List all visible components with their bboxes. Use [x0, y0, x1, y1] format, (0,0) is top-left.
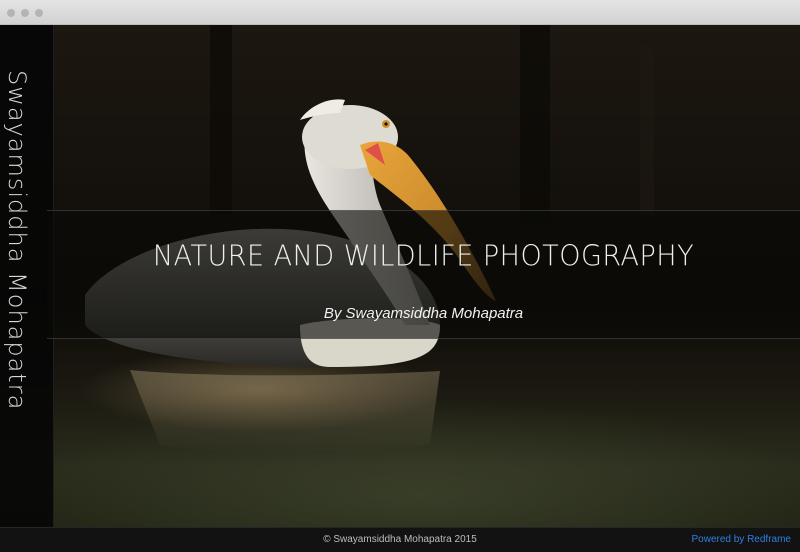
powered-by-link[interactable]: Powered by Redframe [692, 534, 792, 545]
page-subtitle: By Swayamsiddha Mohapatra [323, 305, 524, 322]
page-title: NATURE AND WILDLIFE PHOTOGRAPHY [152, 240, 695, 273]
photographer-name-vertical[interactable]: Swayamsiddha Mohapatra [3, 70, 31, 410]
browser-window: Swayamsiddha Mohapatra NATURE AND WILDLI… [0, 0, 800, 552]
title-band: NATURE AND WILDLIFE PHOTOGRAPHY By Swaya… [47, 210, 800, 339]
side-name-panel: Swayamsiddha Mohapatra [0, 25, 54, 527]
window-titlebar [0, 0, 800, 25]
maximize-dot[interactable] [35, 9, 43, 17]
minimize-dot[interactable] [21, 9, 29, 17]
copyright-text: © Swayamsiddha Mohapatra 2015 [323, 534, 477, 545]
footer: © Swayamsiddha Mohapatra 2015 Powered by… [0, 527, 800, 552]
close-dot[interactable] [7, 9, 15, 17]
